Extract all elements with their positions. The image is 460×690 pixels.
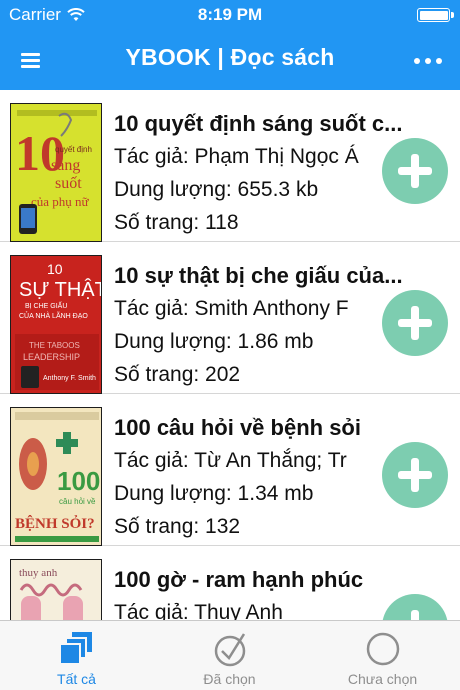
nav-bar: YBOOK | Đọc sách [0,30,460,90]
svg-text:THE TABOOS: THE TABOOS [29,341,80,350]
status-time: 8:19 PM [197,5,263,24]
svg-text:quyết định: quyết định [55,145,92,154]
svg-text:của phụ nữ: của phụ nữ [31,194,90,209]
book-pages: Số trang: 202 [114,363,241,386]
add-book-button[interactable] [382,290,448,356]
book-author: Tác giả: Smith Anthony F [114,297,349,320]
add-book-button[interactable] [382,138,448,204]
book-cover-art: 10 SỰ THẬT BỊ CHE GIẤU CỦA NHÀ LÃNH ĐẠO … [11,256,102,393]
tab-selected[interactable]: Đã chọn [153,621,306,690]
book-pages: Số trang: 118 [114,211,239,234]
book-cover: 10 quyết định sáng suốt của phụ nữ [10,103,102,242]
book-cover-art: thuy anh [11,560,101,620]
book-list[interactable]: 10 quyết định sáng suốt của phụ nữ 10 qu… [0,90,460,620]
svg-text:10: 10 [47,261,63,277]
tab-bar: Tất cả Đã chọn Chưa chọn [0,620,460,690]
book-row[interactable]: 10 SỰ THẬT BỊ CHE GIẤU CỦA NHÀ LÃNH ĐẠO … [0,242,460,394]
checkmark-circle-icon [214,633,245,667]
status-bar: Carrier 8:19 PM [0,0,460,30]
book-cover-art: 10 quyết định sáng suốt của phụ nữ [11,104,101,241]
book-author: Tác giả: Từ An Thắng; Tr [114,449,347,472]
svg-text:SỰ THẬT: SỰ THẬT [19,278,102,301]
tab-label: Tất cả [57,671,96,687]
tab-all[interactable]: Tất cả [0,621,153,690]
svg-text:sáng: sáng [51,157,80,174]
book-title: 100 gờ - ram hạnh phúc [114,567,364,592]
book-cover: 100 câu hỏi về BỆNH SỎI? [10,407,102,546]
svg-text:BỆNH SỎI?: BỆNH SỎI? [15,515,95,532]
add-book-button[interactable] [382,442,448,508]
page-title: YBOOK | Đọc sách [125,44,335,70]
book-row[interactable]: thuy anh 100 gờ - ram hạnh phúc Tác giả:… [0,546,460,620]
book-size: Dung lượng: 1.34 mb [114,482,314,505]
book-cover: 10 SỰ THẬT BỊ CHE GIẤU CỦA NHÀ LÃNH ĐẠO … [10,255,102,394]
svg-text:suốt: suốt [55,175,82,192]
book-author: Tác giả: Phạm Thị Ngọc Á [114,145,359,168]
hamburger-icon[interactable] [14,44,48,76]
book-title: 10 sự thật bị che giấu của... [114,263,403,288]
book-title: 10 quyết định sáng suốt c... [114,111,403,136]
tab-label: Đã chọn [203,671,256,687]
book-title: 100 câu hỏi về bệnh sỏi [114,415,361,440]
svg-text:thuy anh: thuy anh [19,567,58,579]
more-dots-icon[interactable] [408,44,448,76]
book-row[interactable]: 100 câu hỏi về BỆNH SỎI? 100 câu hỏi về … [0,394,460,546]
tab-unselected[interactable]: Chưa chọn [306,621,459,690]
book-author: Tác giả: Thuy Anh [114,601,283,620]
svg-text:câu hỏi về: câu hỏi về [59,497,96,506]
book-cover-art: 100 câu hỏi về BỆNH SỎI? [11,408,101,545]
tab-label: Chưa chọn [347,671,418,687]
book-cover: thuy anh [10,559,102,620]
svg-text:LEADERSHIP: LEADERSHIP [23,352,80,362]
svg-text:100: 100 [57,466,100,496]
book-size: Dung lượng: 1.86 mb [114,330,314,353]
book-size: Dung lượng: 655.3 kb [114,178,319,201]
empty-circle-icon [366,632,399,666]
book-row[interactable]: 10 quyết định sáng suốt của phụ nữ 10 qu… [0,90,460,242]
svg-text:CỦA NHÀ LÃNH ĐẠO: CỦA NHÀ LÃNH ĐẠO [19,311,88,320]
svg-text:Anthony F. Smith: Anthony F. Smith [43,375,96,382]
stacked-squares-icon [58,632,92,665]
book-pages: Số trang: 132 [114,515,241,538]
battery-icon [417,8,454,22]
